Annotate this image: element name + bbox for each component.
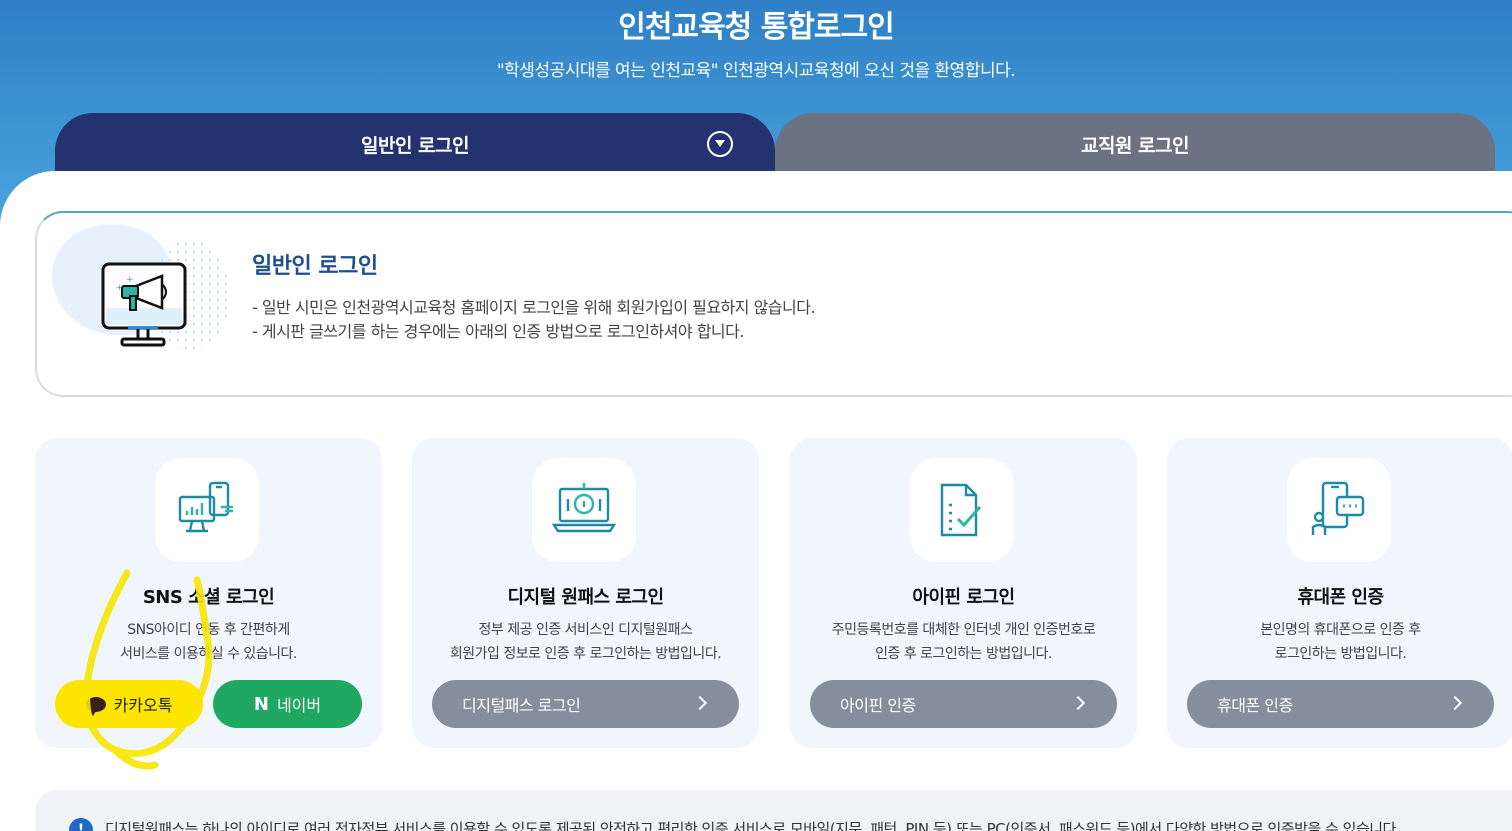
card-phone-auth: 휴대폰 인증 본인명의 휴대폰으로 인증 후 로그인하는 방법입니다. 휴대폰 … [1167, 438, 1512, 748]
tab-general-login-label: 일반인 로그인 [361, 134, 470, 157]
card-title: 아이핀 로그인 [912, 587, 1015, 608]
card-description: 본인명의 휴대폰으로 인증 후 로그인하는 방법입니다. [1167, 618, 1512, 666]
laptop-lock-icon [552, 483, 616, 533]
page-subtitle: "학생성공시대를 여는 인천교육" 인천광역시교육청에 오신 것을 환영합니다. [496, 61, 1016, 81]
svg-text:+: + [126, 275, 134, 285]
chevron-right-icon [1447, 695, 1463, 711]
kakao-talk-icon [85, 696, 106, 716]
card-sns-login: SNS 소셜 로그인 SNS아이디 연동 후 간편하게 서비스를 이용하실 수 … [35, 438, 382, 748]
info-title: 일반인 로그인 [252, 254, 378, 279]
card-icon-box [1287, 458, 1391, 562]
card-description-line: 정부 제공 인증 서비스인 디지털원패스 [478, 622, 693, 638]
ipin-auth-button[interactable]: 아이핀 인증 [810, 680, 1117, 728]
card-description: SNS아이디 연동 후 간편하게 서비스를 이용하실 수 있습니다. [35, 618, 382, 666]
card-description-line: 회원가입 정보로 인증 후 로그인하는 방법입니다. [449, 646, 722, 662]
naver-login-button[interactable]: N 네이버 [213, 680, 362, 728]
card-description-line: 주민등록번호를 대체한 인터넷 개인 인증번호로 [831, 622, 1096, 638]
chevron-down-icon [707, 131, 733, 157]
card-title: SNS 소셜 로그인 [142, 587, 275, 608]
page-title: 인천교육청 통합로그인 [618, 10, 894, 45]
info-line-1: - 일반 시민은 인천광역시교육청 홈페이지 로그인을 위해 회원가입이 필요하… [252, 298, 816, 317]
tab-general-login[interactable]: 일반인 로그인 [55, 113, 775, 175]
chevron-right-icon [692, 695, 708, 711]
svg-text:+: + [116, 283, 123, 292]
naver-login-label: 네이버 [276, 696, 322, 715]
card-icon-box [532, 458, 636, 562]
tab-staff-login[interactable]: 교직원 로그인 [775, 113, 1495, 175]
card-ipin-login: 아이핀 로그인 주민등록번호를 대체한 인터넷 개인 인증번호로 인증 후 로그… [790, 438, 1137, 748]
phone-button-label: 휴대폰 인증 [1217, 696, 1293, 715]
notice-box: ! 디지털원패스는 하나의 아이디로 여러 전자정부 서비스를 이용할 수 있도… [35, 790, 1512, 831]
digital-onepass-button-label: 디지털패스 로그인 [462, 696, 581, 715]
ipin-button-label: 아이핀 인증 [840, 696, 916, 715]
kakao-login-button[interactable]: 카카오톡 [55, 680, 203, 728]
notice-text: 디지털원패스는 하나의 아이디로 여러 전자정부 서비스를 이용할 수 있도록 … [105, 820, 1401, 831]
card-description-line: 본인명의 휴대폰으로 인증 후 [1260, 622, 1421, 638]
monitor-megaphone-icon: + + [101, 262, 187, 347]
card-description-line: 로그인하는 방법입니다. [1274, 646, 1407, 662]
card-description-line: 인증 후 로그인하는 방법입니다. [875, 646, 1052, 662]
info-icon: ! [69, 818, 93, 831]
chevron-right-icon [1070, 695, 1086, 711]
card-digital-onepass: 디지털 원패스 로그인 정부 제공 인증 서비스인 디지털원패스 회원가입 정보… [412, 438, 759, 748]
phone-chat-icon [1311, 481, 1365, 535]
card-title: 디지털 원패스 로그인 [507, 587, 664, 608]
card-icon-box [155, 458, 259, 562]
kakao-login-label: 카카오톡 [113, 696, 173, 715]
card-title: 휴대폰 인증 [1297, 587, 1384, 608]
card-description: 정부 제공 인증 서비스인 디지털원패스 회원가입 정보로 인증 후 로그인하는… [412, 618, 759, 666]
info-line-2: - 게시판 글쓰기를 하는 경우에는 아래의 인증 방법으로 로그인하셔야 합니… [252, 322, 744, 341]
card-description-line: SNS아이디 연동 후 간편하게 [127, 622, 290, 638]
naver-n-icon: N [253, 693, 269, 715]
tab-staff-login-label: 교직원 로그인 [1081, 134, 1190, 157]
card-description: 주민등록번호를 대체한 인터넷 개인 인증번호로 인증 후 로그인하는 방법입니… [790, 618, 1137, 666]
digital-onepass-login-button[interactable]: 디지털패스 로그인 [432, 680, 739, 728]
card-icon-box [910, 458, 1014, 562]
phone-auth-button[interactable]: 휴대폰 인증 [1187, 680, 1494, 728]
document-check-icon [940, 483, 982, 537]
card-description-line: 서비스를 이용하실 수 있습니다. [120, 646, 297, 662]
sns-devices-icon [178, 481, 233, 533]
